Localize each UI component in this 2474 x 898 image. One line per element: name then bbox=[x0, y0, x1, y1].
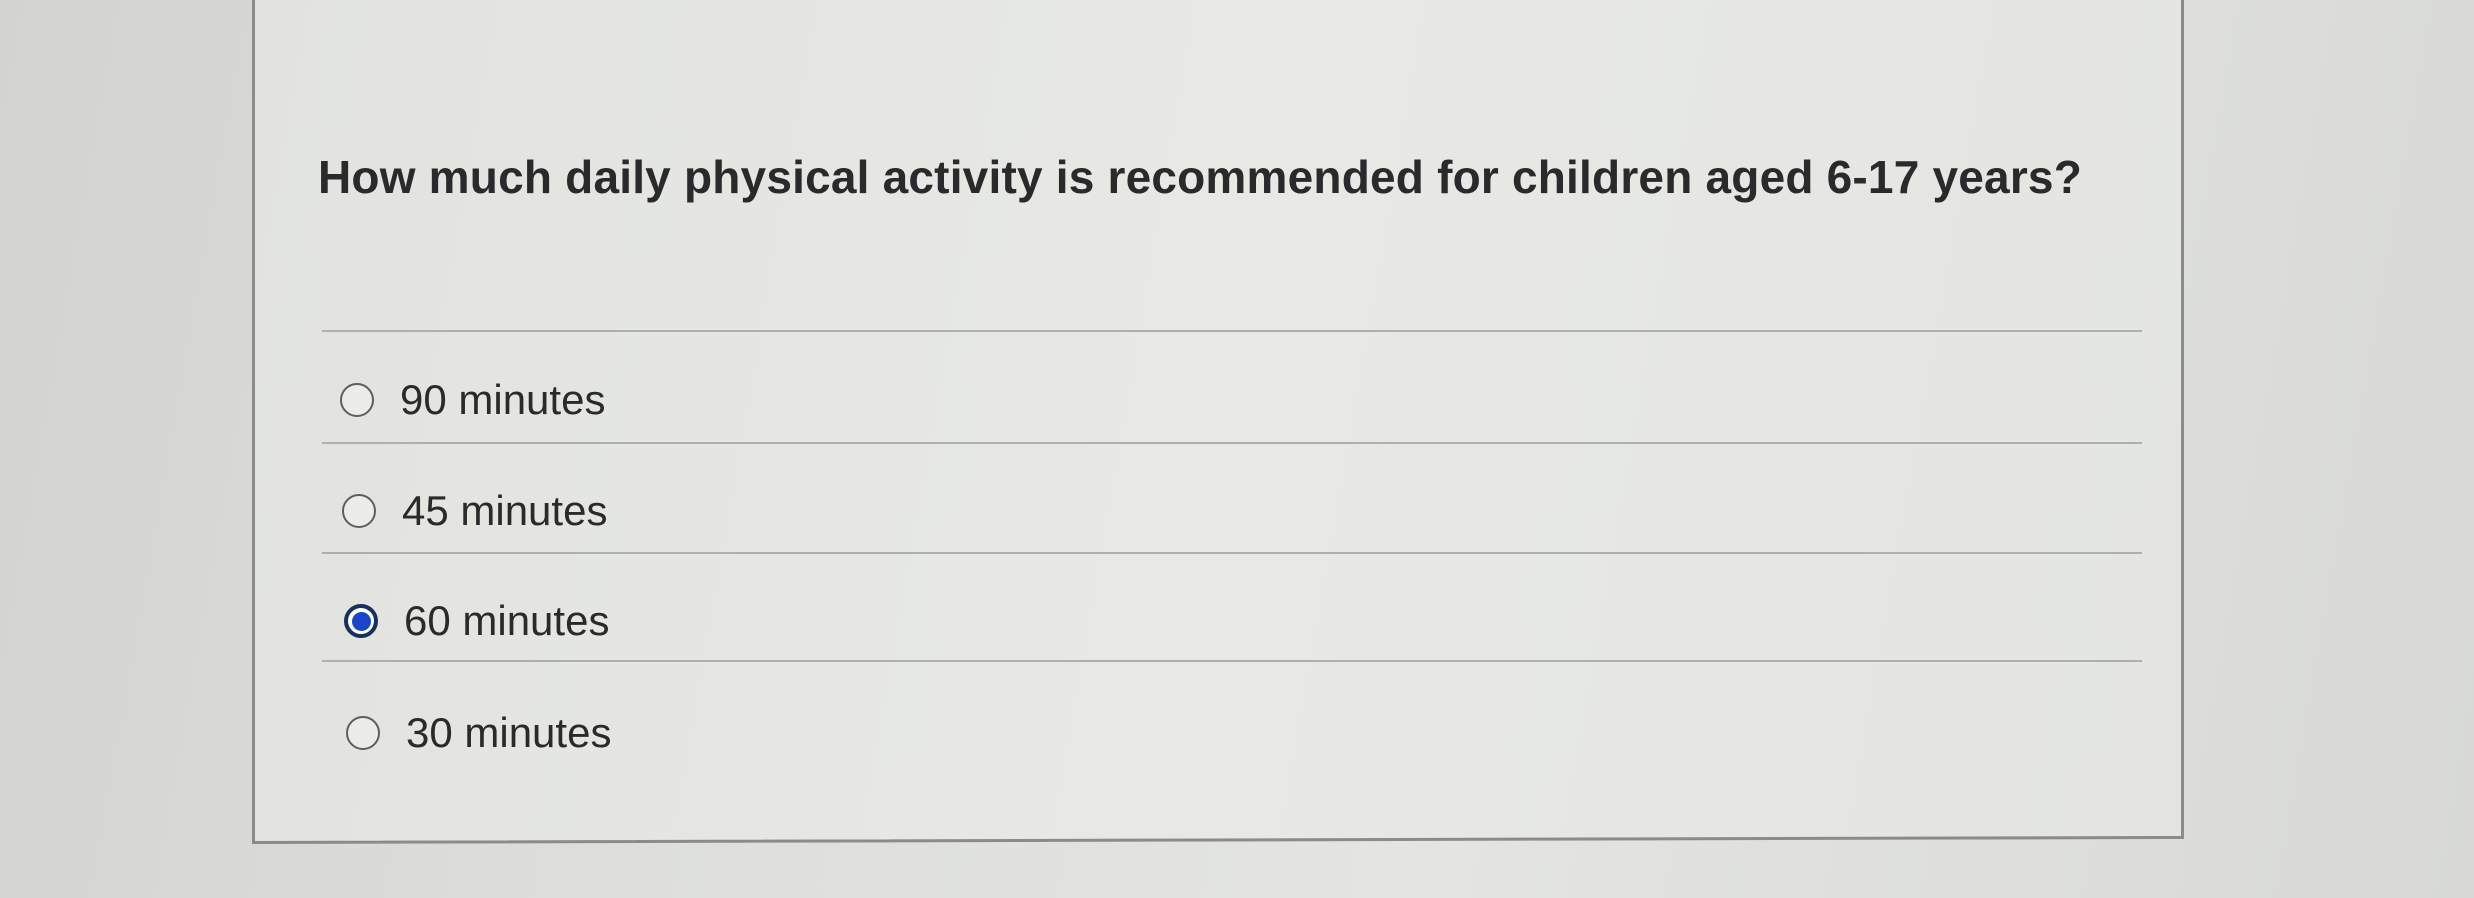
option-divider bbox=[322, 660, 2142, 662]
question-divider bbox=[322, 330, 2142, 332]
answer-option-label: 90 minutes bbox=[400, 376, 606, 423]
radio-button-4[interactable] bbox=[346, 716, 380, 750]
answer-option-label: 30 minutes bbox=[406, 709, 612, 756]
radio-button-2[interactable] bbox=[342, 494, 376, 528]
option-divider bbox=[322, 442, 2142, 444]
answer-option-label: 60 minutes bbox=[404, 597, 610, 644]
question-text: How much daily physical activity is reco… bbox=[318, 151, 2083, 203]
option-divider bbox=[322, 552, 2142, 554]
radio-button-1[interactable] bbox=[340, 383, 374, 417]
answer-option-3[interactable]: 60 minutes bbox=[344, 586, 609, 656]
answer-option-2[interactable]: 45 minutes bbox=[342, 476, 607, 546]
answer-option-1[interactable]: 90 minutes bbox=[340, 365, 605, 435]
radio-button-3-selected[interactable] bbox=[344, 604, 378, 638]
answer-option-label: 45 minutes bbox=[402, 487, 608, 534]
answer-option-4[interactable]: 30 minutes bbox=[346, 698, 611, 768]
